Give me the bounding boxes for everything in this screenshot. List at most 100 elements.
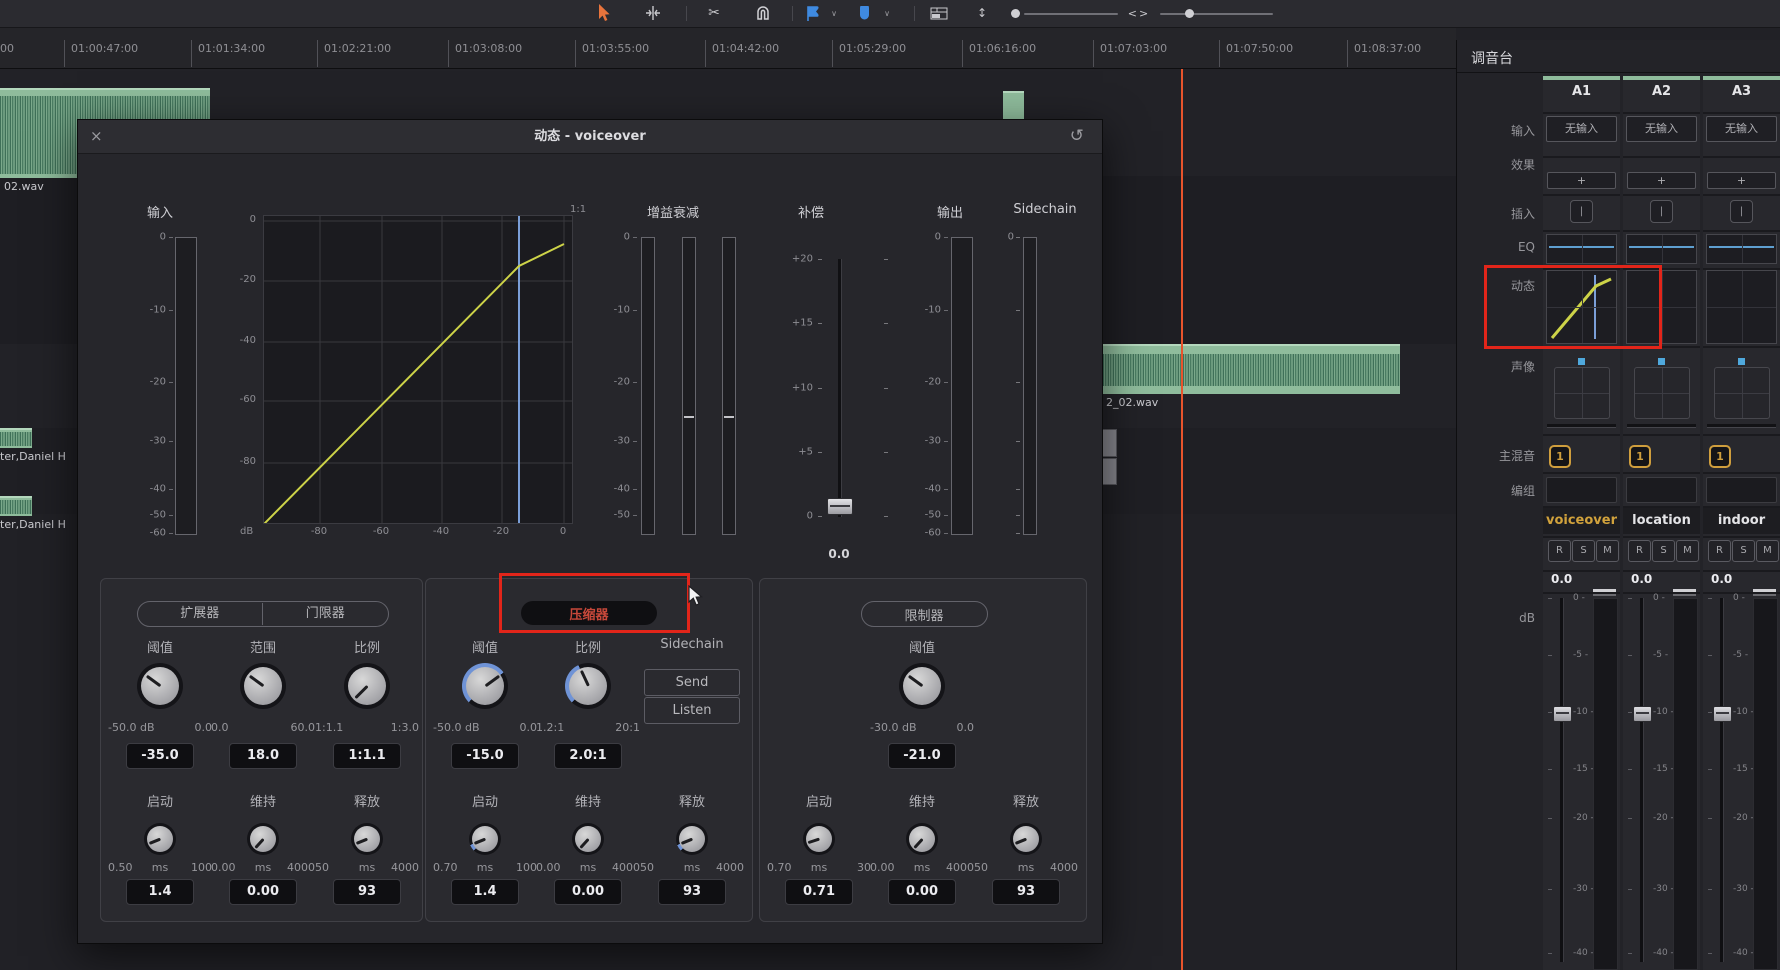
dynamics-thumbnail[interactable] — [1706, 270, 1777, 344]
knob-维持[interactable] — [247, 823, 279, 855]
playhead-line[interactable] — [1181, 40, 1183, 970]
group-assign-box[interactable] — [1706, 477, 1777, 503]
add-effect-button[interactable]: + — [1547, 172, 1616, 189]
makeup-fader-handle[interactable] — [827, 498, 853, 515]
knob-维持[interactable] — [572, 823, 604, 855]
knob-范围[interactable] — [240, 663, 286, 709]
add-effect-button[interactable]: + — [1627, 172, 1696, 189]
pan-slider[interactable] — [1707, 424, 1776, 428]
window-titlebar[interactable]: 动态 - voiceover — [78, 120, 1102, 154]
marker-dropdown-icon[interactable]: ∨ — [881, 3, 893, 23]
input-select[interactable]: 无输入 — [1626, 116, 1697, 142]
reset-icon[interactable]: ↺ — [1070, 120, 1084, 153]
knob-value[interactable]: 0.00 — [229, 879, 297, 905]
fader-handle[interactable] — [1633, 706, 1652, 722]
eq-thumbnail[interactable] — [1626, 234, 1697, 264]
knob-value[interactable]: 1.4 — [126, 879, 194, 905]
track-height-slider[interactable] — [1024, 13, 1118, 15]
rsm-button-M[interactable]: M — [1756, 540, 1779, 562]
knob-释放[interactable] — [676, 823, 708, 855]
timeline-ruler[interactable]: 0001:00:47:0001:01:34:0001:02:21:0001:03… — [0, 28, 1456, 69]
pan-control[interactable] — [1714, 367, 1770, 419]
rsm-button-S[interactable]: S — [1572, 540, 1595, 562]
insert-toggle[interactable]: | — [1730, 200, 1753, 223]
track-height-icon[interactable]: ↕ — [973, 3, 991, 23]
knob-比例[interactable] — [344, 663, 390, 709]
knob-value[interactable]: 1:1.1 — [333, 743, 401, 769]
knob-value[interactable]: 0.00 — [888, 879, 956, 905]
pan-slider[interactable] — [1547, 424, 1616, 428]
knob-阈值[interactable] — [899, 663, 945, 709]
knob-释放[interactable] — [351, 823, 383, 855]
fader-track[interactable] — [1560, 598, 1564, 962]
automation-block[interactable] — [1102, 458, 1117, 485]
fader-track[interactable] — [1720, 598, 1724, 962]
knob-value[interactable]: -21.0 — [888, 743, 956, 769]
knob-比例[interactable] — [565, 663, 611, 709]
knob-启动[interactable] — [803, 823, 835, 855]
audio-clip[interactable] — [1003, 91, 1024, 121]
listen-button[interactable]: Listen — [644, 697, 740, 724]
rsm-button-M[interactable]: M — [1596, 540, 1619, 562]
flag-dropdown-icon[interactable]: ∨ — [828, 3, 840, 23]
zoom-slider-handle[interactable] — [1185, 9, 1194, 18]
rsm-button-S[interactable]: S — [1652, 540, 1675, 562]
main-mix-badge[interactable]: 1 — [1629, 445, 1651, 468]
audio-clip[interactable] — [1103, 344, 1400, 394]
knob-value[interactable]: 93 — [992, 879, 1060, 905]
rsm-button-R[interactable]: R — [1548, 540, 1571, 562]
rsm-button-M[interactable]: M — [1676, 540, 1699, 562]
group-assign-box[interactable] — [1626, 477, 1697, 503]
rsm-button-S[interactable]: S — [1732, 540, 1755, 562]
pan-slider[interactable] — [1627, 424, 1696, 428]
fader-handle[interactable] — [1553, 706, 1572, 722]
knob-value[interactable]: 93 — [658, 879, 726, 905]
knob-value[interactable]: 93 — [333, 879, 401, 905]
track-name[interactable]: location — [1623, 508, 1700, 534]
fader-track[interactable] — [1640, 598, 1644, 962]
zoom-horizontal-icon[interactable]: <> — [1128, 3, 1150, 23]
fader-handle[interactable] — [1713, 706, 1732, 722]
knob-value[interactable]: 2.0:1 — [554, 743, 622, 769]
track-height-slider-handle[interactable] — [1011, 9, 1020, 18]
knob-释放[interactable] — [1010, 823, 1042, 855]
pan-control[interactable] — [1554, 367, 1610, 419]
knob-启动[interactable] — [144, 823, 176, 855]
pointer-tool-icon[interactable] — [594, 3, 614, 23]
makeup-fader-track[interactable] — [838, 259, 842, 517]
rsm-button-R[interactable]: R — [1708, 540, 1731, 562]
main-mix-badge[interactable]: 1 — [1709, 445, 1731, 468]
timeline-view-options-icon[interactable] — [928, 3, 950, 23]
main-mix-badge[interactable]: 1 — [1549, 445, 1571, 468]
knob-阈值[interactable] — [462, 663, 508, 709]
flag-icon[interactable] — [803, 3, 821, 23]
send-button[interactable]: Send — [644, 669, 740, 696]
insert-toggle[interactable]: | — [1570, 200, 1593, 223]
knob-维持[interactable] — [906, 823, 938, 855]
knob-阈值[interactable] — [137, 663, 183, 709]
knob-value[interactable]: 0.71 — [785, 879, 853, 905]
insert-toggle[interactable]: | — [1650, 200, 1673, 223]
knob-value[interactable]: 18.0 — [229, 743, 297, 769]
razor-tool-icon[interactable]: ✂ — [704, 3, 724, 23]
knob-value[interactable]: -35.0 — [126, 743, 194, 769]
eq-thumbnail[interactable] — [1546, 234, 1617, 264]
tab-扩展器[interactable]: 扩展器 — [138, 603, 263, 625]
add-effect-button[interactable]: + — [1707, 172, 1776, 189]
zoom-slider[interactable] — [1160, 13, 1273, 15]
automation-block[interactable] — [1102, 429, 1117, 457]
knob-启动[interactable] — [469, 823, 501, 855]
marker-icon[interactable] — [855, 3, 873, 23]
knob-value[interactable]: 1.4 — [451, 879, 519, 905]
close-icon[interactable]: × — [90, 120, 103, 153]
input-select[interactable]: 无输入 — [1546, 116, 1617, 142]
tab-门限器[interactable]: 门限器 — [263, 603, 388, 625]
trim-edit-tool-icon[interactable] — [643, 3, 663, 23]
group-assign-box[interactable] — [1546, 477, 1617, 503]
snap-magnet-icon[interactable] — [753, 3, 773, 23]
audio-clip[interactable] — [0, 496, 32, 516]
track-name[interactable]: voiceover — [1543, 508, 1620, 534]
rsm-button-R[interactable]: R — [1628, 540, 1651, 562]
input-select[interactable]: 无输入 — [1706, 116, 1777, 142]
audio-clip[interactable] — [0, 428, 32, 448]
